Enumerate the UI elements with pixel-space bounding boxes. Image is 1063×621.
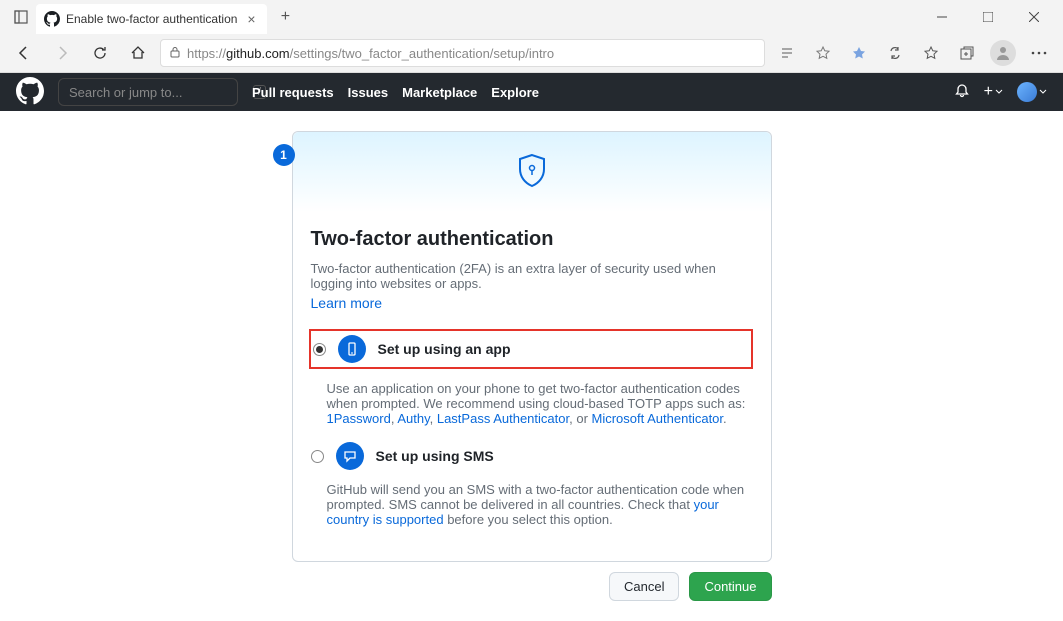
- link-lastpass[interactable]: LastPass Authenticator: [437, 411, 569, 426]
- nav-explore[interactable]: Explore: [491, 85, 539, 100]
- reader-icon[interactable]: [771, 37, 803, 69]
- learn-more-link[interactable]: Learn more: [311, 295, 383, 311]
- url-field[interactable]: https://github.com/settings/two_factor_a…: [160, 39, 765, 67]
- cancel-button[interactable]: Cancel: [609, 572, 679, 601]
- chat-icon: [336, 442, 364, 470]
- link-authy[interactable]: Authy: [397, 411, 429, 426]
- option-sms-label: Set up using SMS: [376, 448, 494, 464]
- collections-icon[interactable]: [951, 37, 983, 69]
- favorite-icon[interactable]: [807, 37, 839, 69]
- back-button[interactable]: [8, 37, 40, 69]
- more-icon[interactable]: [1023, 37, 1055, 69]
- notifications-icon[interactable]: [954, 83, 970, 102]
- create-dropdown[interactable]: +: [984, 83, 1003, 101]
- page-title: Two-factor authentication: [311, 228, 753, 251]
- main-content: 1 Two-factor authentication Two-factor a…: [0, 111, 1063, 621]
- refresh-button[interactable]: [84, 37, 116, 69]
- tab-actions-icon[interactable]: [6, 2, 36, 32]
- browser-chrome: Enable two-factor authentication × + htt…: [0, 0, 1063, 73]
- continue-button[interactable]: Continue: [689, 572, 771, 601]
- url-text: https://github.com/settings/two_factor_a…: [187, 46, 554, 61]
- tab-bar: Enable two-factor authentication × +: [0, 0, 1063, 34]
- browser-tab[interactable]: Enable two-factor authentication ×: [36, 4, 267, 34]
- radio-sms[interactable]: [311, 450, 324, 463]
- link-1password[interactable]: 1Password: [327, 411, 391, 426]
- card-hero: [293, 132, 771, 212]
- profile-dropdown[interactable]: [1017, 82, 1047, 102]
- address-bar: https://github.com/settings/two_factor_a…: [0, 34, 1063, 72]
- nav-marketplace[interactable]: Marketplace: [402, 85, 477, 100]
- option-sms-description: GitHub will send you an SMS with a two-f…: [311, 482, 753, 527]
- option-app[interactable]: Set up using an app: [309, 329, 753, 369]
- nav-issues[interactable]: Issues: [348, 85, 388, 100]
- github-header: / Pull requests Issues Marketplace Explo…: [0, 73, 1063, 111]
- radio-app[interactable]: [313, 343, 326, 356]
- option-app-description: Use an application on your phone to get …: [311, 381, 753, 426]
- shield-icon: [516, 153, 548, 192]
- wunderlist-icon[interactable]: [843, 37, 875, 69]
- profile-button[interactable]: [987, 37, 1019, 69]
- maximize-button[interactable]: [965, 0, 1011, 34]
- home-button[interactable]: [122, 37, 154, 69]
- sync-icon[interactable]: [879, 37, 911, 69]
- avatar-icon: [1017, 82, 1037, 102]
- option-app-label: Set up using an app: [378, 341, 511, 357]
- search-input[interactable]: [69, 85, 245, 100]
- link-ms-auth[interactable]: Microsoft Authenticator: [592, 411, 724, 426]
- window-controls: [919, 0, 1057, 34]
- nav-pull-requests[interactable]: Pull requests: [252, 85, 334, 100]
- setup-card: 1 Two-factor authentication Two-factor a…: [292, 131, 772, 562]
- step-badge: 1: [273, 144, 295, 166]
- github-logo-icon[interactable]: [16, 77, 44, 108]
- card-footer: Cancel Continue: [292, 572, 772, 601]
- new-tab-button[interactable]: +: [271, 3, 299, 31]
- tab-title: Enable two-factor authentication: [66, 12, 237, 26]
- lock-icon: [169, 45, 181, 61]
- close-icon[interactable]: ×: [243, 11, 259, 27]
- github-favicon-icon: [44, 11, 60, 27]
- phone-icon: [338, 335, 366, 363]
- favorites-bar-icon[interactable]: [915, 37, 947, 69]
- forward-button[interactable]: [46, 37, 78, 69]
- minimize-button[interactable]: [919, 0, 965, 34]
- github-search[interactable]: /: [58, 78, 238, 106]
- github-nav: Pull requests Issues Marketplace Explore: [252, 85, 539, 100]
- option-sms[interactable]: Set up using SMS: [311, 442, 753, 470]
- page-description: Two-factor authentication (2FA) is an ex…: [311, 261, 753, 291]
- close-window-button[interactable]: [1011, 0, 1057, 34]
